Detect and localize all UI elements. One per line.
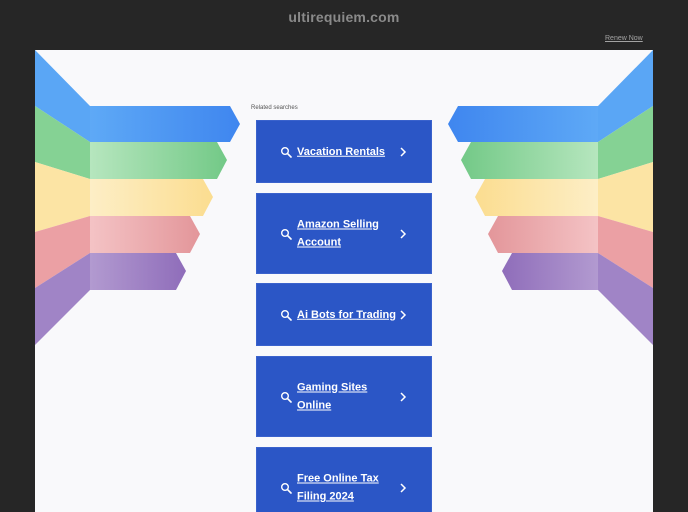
content-panel: Related searches Vacation Rentals Amazon… [35,50,653,512]
result-card-gaming-sites-online[interactable]: Gaming Sites Online [256,356,432,437]
chevron-right-icon [400,391,407,402]
chevron-right-icon [400,228,407,239]
search-icon [281,309,292,321]
result-label: Amazon Selling Account [297,218,379,249]
search-icon [281,228,292,240]
result-label: Free Online Tax Filing 2024 [297,472,379,503]
result-card-ai-bots-for-trading[interactable]: Ai Bots for Trading [256,283,432,346]
result-card-amazon-selling-account[interactable]: Amazon Selling Account [256,193,432,274]
search-icon [281,146,292,158]
renew-now-link[interactable]: Renew Now [605,35,643,42]
result-label: Gaming Sites Online [297,381,368,412]
site-title: ultirequiem.com [288,9,400,25]
result-card-vacation-rentals[interactable]: Vacation Rentals [256,120,432,183]
chevron-right-icon [400,482,407,493]
related-searches-label: Related searches [251,105,298,111]
result-card-free-online-tax-filing[interactable]: Free Online Tax Filing 2024 [256,447,432,512]
chevron-right-icon [400,309,407,320]
result-label: Vacation Rentals [297,145,386,158]
result-label: Ai Bots for Trading [297,308,396,321]
search-icon [281,391,292,403]
search-icon [281,482,292,494]
chevron-right-icon [400,146,407,157]
